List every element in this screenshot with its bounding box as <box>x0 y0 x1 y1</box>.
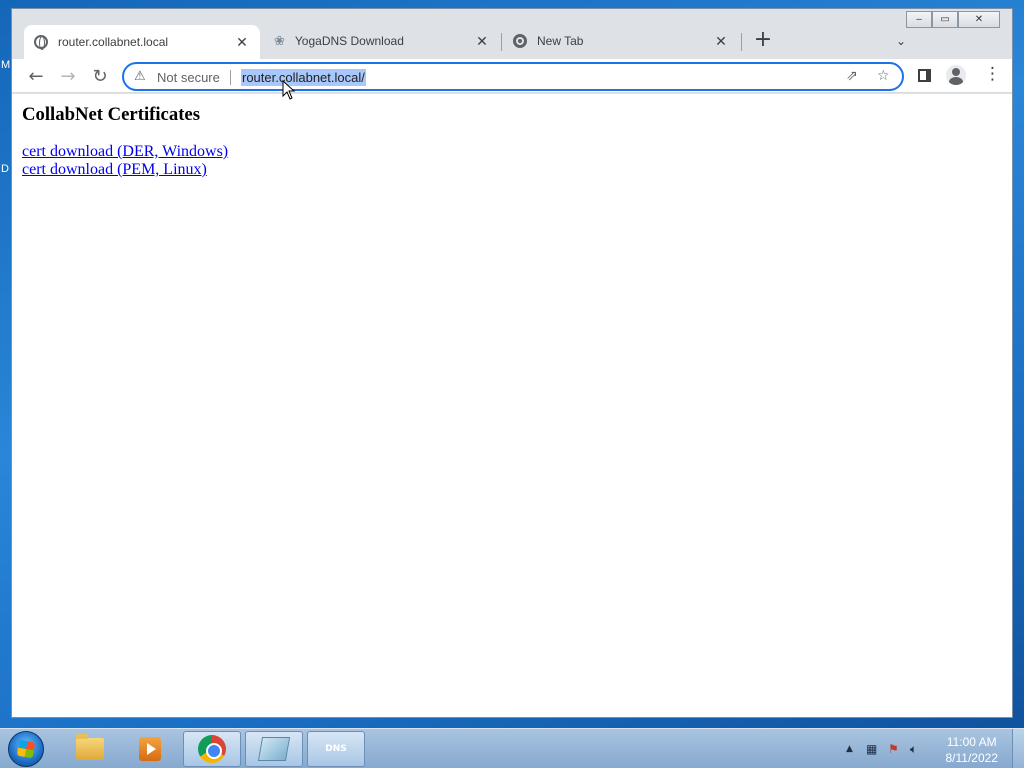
volume-icon[interactable]: 🔈︎ <box>910 742 917 757</box>
tab-router-collabnet[interactable]: router.collabnet.local ✕ <box>24 25 260 59</box>
warning-icon: ⚠ <box>134 69 146 84</box>
tab-search-chevron-down-icon[interactable]: ⌄ <box>896 34 906 48</box>
yogadns-icon: DNS <box>325 744 347 754</box>
maximize-button[interactable]: ▭ <box>932 11 958 28</box>
taskbar-chrome[interactable] <box>183 731 241 767</box>
share-icon[interactable]: ⇗ <box>846 68 858 84</box>
taskbar-notepad[interactable] <box>245 731 303 767</box>
media-player-icon <box>139 737 161 761</box>
taskbar-yogadns[interactable]: DNS <box>307 731 365 767</box>
url-text[interactable]: router.collabnet.local/ <box>241 69 366 86</box>
browser-toolbar: ← → ↻ ⚠ Not secure router.collabnet.loca… <box>12 59 1012 93</box>
desktop-icon-label: D <box>1 163 9 175</box>
window-controls: ‒ ▭ ✕ <box>906 11 1000 28</box>
show-desktop-button[interactable] <box>1012 729 1024 768</box>
browser-window: ‒ ▭ ✕ router.collabnet.local ✕ ❀ YogaDNS… <box>11 8 1013 718</box>
tab-strip: ‒ ▭ ✕ router.collabnet.local ✕ ❀ YogaDNS… <box>12 9 1012 59</box>
back-button[interactable]: ← <box>25 65 47 87</box>
taskbar-media-player[interactable] <box>121 731 179 767</box>
new-tab-button[interactable]: + <box>752 29 774 52</box>
lotus-icon: ❀ <box>274 33 285 48</box>
address-bar[interactable]: ⚠ Not secure router.collabnet.local/ ⇗ ☆ <box>122 62 904 91</box>
page-title: CollabNet Certificates <box>22 104 200 125</box>
clock[interactable]: 11:00 AM 8/11/2022 <box>946 734 999 766</box>
omnibox-divider <box>230 70 231 85</box>
taskbar-file-explorer[interactable] <box>61 731 119 767</box>
system-tray: ▲ ▦ ⚑ 🔈︎ 11:00 AM 8/11/2022 <box>834 729 1024 768</box>
tab-title: YogaDNS Download <box>294 34 404 48</box>
tab-title: New Tab <box>537 34 584 48</box>
clock-time: 11:00 AM <box>946 735 997 749</box>
cert-download-pem-link[interactable]: cert download (PEM, Linux) <box>22 161 207 179</box>
tab-close-icon[interactable]: ✕ <box>713 33 729 50</box>
taskbar: DNS ▲ ▦ ⚑ 🔈︎ 11:00 AM 8/11/2022 <box>0 728 1024 768</box>
avatar-icon <box>946 65 966 85</box>
cert-download-der-link[interactable]: cert download (DER, Windows) <box>22 143 228 161</box>
tab-close-icon[interactable]: ✕ <box>474 33 490 50</box>
tab-yogadns-download[interactable]: ❀ YogaDNS Download ✕ <box>264 25 500 57</box>
minimize-button[interactable]: ‒ <box>906 11 932 28</box>
action-center-flag-icon[interactable]: ⚑ <box>888 742 899 756</box>
folder-icon <box>76 734 104 760</box>
desktop-icon-label: M <box>1 59 11 71</box>
chrome-icon <box>513 34 527 48</box>
browser-menu-button[interactable]: ⋮ <box>984 64 1001 84</box>
side-panel-icon <box>918 69 931 82</box>
tab-close-icon[interactable]: ✕ <box>234 34 250 51</box>
profile-button[interactable] <box>946 65 966 85</box>
clock-date: 8/11/2022 <box>945 751 999 765</box>
page-viewport: CollabNet Certificates cert download (DE… <box>12 94 1012 717</box>
close-window-button[interactable]: ✕ <box>958 11 1000 28</box>
notepad-icon <box>257 737 291 761</box>
bookmark-star-icon[interactable]: ☆ <box>877 68 890 84</box>
chrome-icon <box>198 735 226 763</box>
security-status-label[interactable]: Not secure <box>157 70 220 85</box>
forward-button[interactable]: → <box>57 65 79 87</box>
start-button[interactable] <box>8 731 44 767</box>
show-hidden-icons-button[interactable]: ▲ <box>846 744 853 754</box>
side-panel-button[interactable] <box>918 69 931 82</box>
tab-title: router.collabnet.local <box>58 35 169 49</box>
tab-separator <box>501 33 502 51</box>
globe-icon <box>34 35 48 50</box>
tab-separator <box>741 33 742 51</box>
tab-new-tab[interactable]: New Tab ✕ <box>503 25 739 57</box>
reload-button[interactable]: ↻ <box>89 65 111 87</box>
network-icon[interactable]: ▦ <box>866 742 877 756</box>
